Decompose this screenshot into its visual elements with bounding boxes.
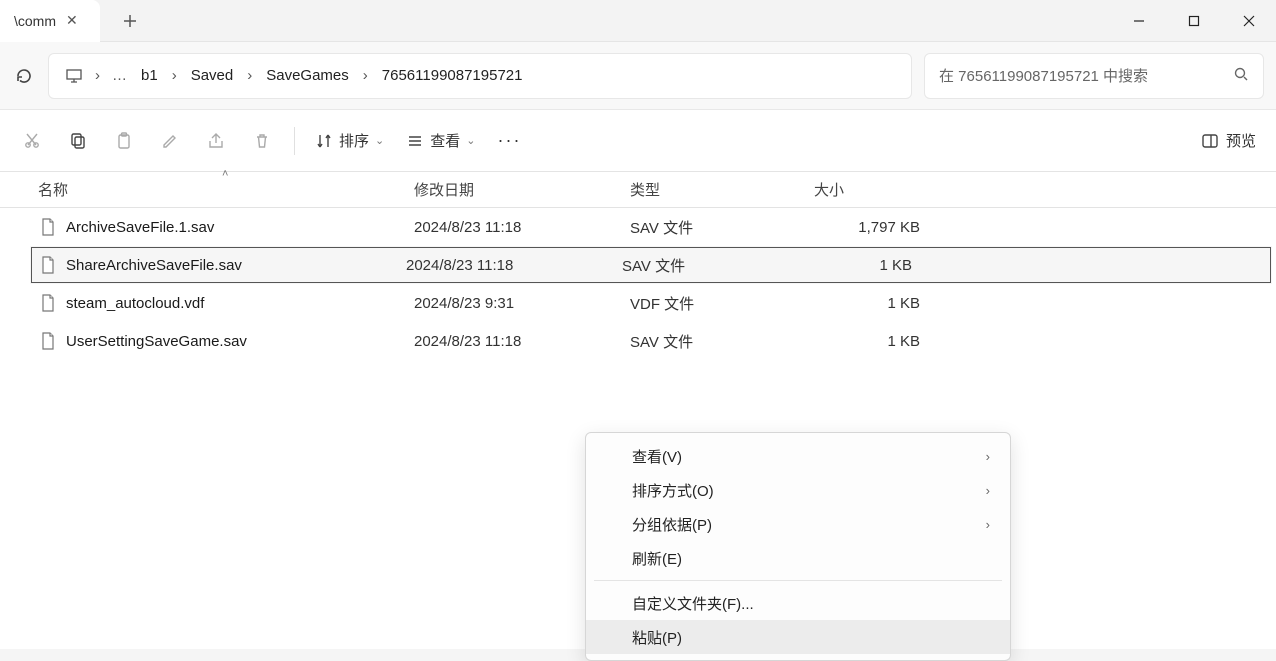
search-icon [1233,66,1249,86]
context-menu-item[interactable]: 自定义文件夹(F)... [586,586,1010,620]
column-header-name[interactable]: 名称 [38,179,414,200]
context-menu: 查看(V) › 排序方式(O) › 分组依据(P) › 刷新(E) 自定义文件夹(F)... 粘… [585,432,1011,661]
address-row: › … b1 › Saved › SaveGames › 76561199087… [0,42,1276,110]
file-size: 1 KB [806,257,918,274]
chevron-right-icon[interactable]: › [359,67,372,84]
context-menu-label: 粘贴(P) [632,627,682,648]
breadcrumb-segment[interactable]: SaveGames [260,67,355,84]
copy-button[interactable] [56,121,100,161]
address-bar[interactable]: › … b1 › Saved › SaveGames › 76561199087… [48,53,912,99]
close-tab-icon[interactable]: ✕ [66,12,78,29]
context-menu-label: 刷新(E) [632,548,682,569]
rename-button[interactable] [148,121,192,161]
minimize-button[interactable] [1111,0,1166,42]
view-button[interactable]: 查看 ⌄ [396,121,485,161]
column-header-date[interactable]: 修改日期 [414,179,630,200]
file-row[interactable]: steam_autocloud.vdf 2024/8/23 9:31VDF 文件1… [0,284,1276,322]
context-menu-label: 排序方式(O) [632,480,714,501]
toolbar-separator [294,127,295,155]
search-box[interactable]: 在 76561199087195721 中搜索 [924,53,1264,99]
file-date: 2024/8/23 9:31 [414,295,630,312]
share-button[interactable] [194,121,238,161]
context-menu-label: 分组依据(P) [632,514,712,535]
ellipsis-icon: ··· [497,130,521,151]
preview-label: 预览 [1226,130,1256,151]
file-icon [38,293,58,313]
file-list: ArchiveSaveFile.1.sav2024/8/23 11:18SAV … [0,208,1276,360]
breadcrumb-overflow[interactable]: … [108,67,131,84]
file-row[interactable]: UserSettingSaveGame.sav 2024/8/23 11:18SA… [0,322,1276,360]
cut-button[interactable] [10,121,54,161]
search-placeholder: 在 76561199087195721 中搜索 [939,65,1148,86]
file-row[interactable]: ArchiveSaveFile.1.sav 2024/8/23 11:18SAV … [0,208,1276,246]
context-menu-item[interactable]: 排序方式(O) › [586,473,1010,507]
file-size: 1 KB [814,333,926,350]
chevron-right-icon[interactable]: › [243,67,256,84]
file-type: SAV 文件 [630,217,814,238]
file-size: 1 KB [814,295,926,312]
breadcrumb-segment[interactable]: 76561199087195721 [376,67,529,84]
chevron-right-icon[interactable]: › [91,67,104,84]
context-menu-item[interactable]: 刷新(E) [586,541,1010,575]
file-type: SAV 文件 [630,331,814,352]
view-label: 查看 [430,130,460,151]
file-icon [38,331,58,351]
new-tab-button[interactable] [110,0,150,42]
file-icon [38,255,58,275]
maximize-button[interactable] [1166,0,1221,42]
file-type: VDF 文件 [630,293,814,314]
file-name: ArchiveSaveFile.1.sav [66,219,214,236]
context-menu-label: 自定义文件夹(F)... [632,593,754,614]
file-name: UserSettingSaveGame.sav [66,333,247,350]
context-menu-item[interactable]: 分组依据(P) › [586,507,1010,541]
breadcrumb-segment[interactable]: b1 [135,67,164,84]
file-icon [38,217,58,237]
active-tab[interactable]: \comm ✕ [0,0,100,42]
file-name: steam_autocloud.vdf [66,295,204,312]
file-type: SAV 文件 [622,255,806,276]
column-header-type[interactable]: 类型 [630,179,814,200]
chevron-down-icon: ⌄ [375,134,384,147]
context-menu-label: 查看(V) [632,446,682,467]
context-menu-item[interactable]: 查看(V) › [586,439,1010,473]
file-row[interactable]: ShareArchiveSaveFile.sav 2024/8/23 11:18S… [30,246,1272,284]
toolbar: 排序 ⌄ 查看 ⌄ ··· 预览 [0,110,1276,172]
column-header-size[interactable]: 大小 [814,179,926,200]
sort-indicator-icon: ˄ [222,168,228,180]
pc-icon [61,67,87,85]
delete-button[interactable] [240,121,284,161]
sort-label: 排序 [339,130,369,151]
window-controls [1111,0,1276,42]
file-date: 2024/8/23 11:18 [414,219,630,236]
close-window-button[interactable] [1221,0,1276,42]
column-headers: ˄ 名称 修改日期 类型 大小 [0,172,1276,208]
preview-button[interactable]: 预览 [1190,121,1266,161]
chevron-right-icon[interactable]: › [168,67,181,84]
chevron-right-icon: › [986,517,990,532]
file-size: 1,797 KB [814,219,926,236]
tab-strip: \comm ✕ [0,0,1276,42]
context-menu-separator [594,580,1002,581]
chevron-down-icon: ⌄ [466,134,475,147]
refresh-icon[interactable] [12,64,36,88]
file-date: 2024/8/23 11:18 [414,333,630,350]
breadcrumb-segment[interactable]: Saved [185,67,240,84]
chevron-right-icon: › [986,449,990,464]
more-menu-button[interactable]: ··· [487,121,531,161]
file-date: 2024/8/23 11:18 [406,257,622,274]
paste-button[interactable] [102,121,146,161]
sort-button[interactable]: 排序 ⌄ [305,121,394,161]
tab-title: \comm [14,13,56,29]
file-name: ShareArchiveSaveFile.sav [66,257,242,274]
chevron-right-icon: › [986,483,990,498]
